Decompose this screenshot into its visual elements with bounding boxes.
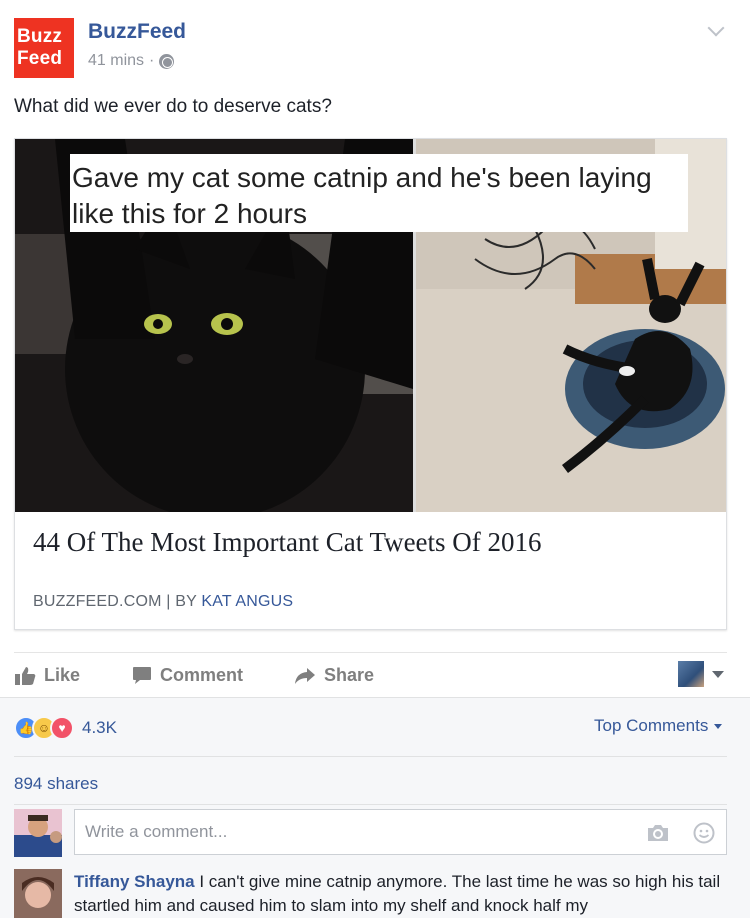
like-button[interactable]: Like xyxy=(14,665,80,686)
post-timestamp[interactable]: 41 mins xyxy=(88,52,144,70)
link-title[interactable]: 44 Of The Most Important Cat Tweets Of 2… xyxy=(33,527,542,558)
comment-input[interactable] xyxy=(75,810,726,854)
facebook-post: Buzz Feed BuzzFeed 41 mins · What did we… xyxy=(0,0,750,918)
share-count[interactable]: 894 shares xyxy=(14,774,98,794)
divider xyxy=(14,756,727,757)
commenter-avatar[interactable] xyxy=(14,869,62,918)
post-text: What did we ever do to deserve cats? xyxy=(14,96,332,117)
comment-button[interactable]: Comment xyxy=(132,665,243,686)
sort-label: Top Comments xyxy=(594,716,709,735)
comment-icon xyxy=(133,667,151,684)
byline-author[interactable]: KAT ANGUS xyxy=(201,593,293,610)
post-meta: 41 mins · xyxy=(88,52,175,70)
caret-down-icon xyxy=(714,723,723,729)
share-icon xyxy=(295,667,315,684)
link-preview-image[interactable]: Gave my cat some catnip and he's been la… xyxy=(15,139,726,512)
comment-label: Comment xyxy=(160,665,244,685)
meta-separator: · xyxy=(149,52,155,69)
domain-name: BUZZFEED.COM xyxy=(33,593,162,610)
caret-down-icon xyxy=(712,670,724,678)
comment: Tiffany Shayna I can't give mine catnip … xyxy=(74,870,724,918)
emoji-icon[interactable] xyxy=(693,822,715,844)
image-caption: Gave my cat some catnip and he's been la… xyxy=(70,154,688,232)
share-label: Share xyxy=(324,665,375,685)
camera-icon[interactable] xyxy=(647,824,669,842)
chevron-down-icon[interactable] xyxy=(707,19,725,37)
viewer-avatar xyxy=(678,661,704,687)
divider xyxy=(14,804,727,805)
globe-icon xyxy=(159,53,175,69)
link-domain: BUZZFEED.COM | BY KAT ANGUS xyxy=(33,593,293,611)
comment-composer[interactable] xyxy=(74,809,727,855)
reaction-summary[interactable]: 👍 ☺ ♥ 4.3K xyxy=(14,716,117,740)
share-button[interactable]: Share xyxy=(294,665,374,686)
like-label: Like xyxy=(44,665,81,685)
byline-separator: | BY xyxy=(161,593,202,610)
reaction-count[interactable]: 4.3K xyxy=(82,718,117,738)
comment-sort-dropdown[interactable]: Top Comments xyxy=(594,716,723,736)
love-reaction-icon: ♥ xyxy=(50,716,74,740)
link-preview-card[interactable]: Gave my cat some catnip and he's been la… xyxy=(14,138,727,630)
author-name[interactable]: BuzzFeed xyxy=(88,20,186,44)
like-icon xyxy=(15,666,36,685)
post-as-switcher[interactable] xyxy=(678,661,724,687)
current-user-avatar[interactable] xyxy=(14,809,62,857)
action-bar: Like Comment Share xyxy=(14,652,727,696)
commenter-name[interactable]: Tiffany Shayna xyxy=(74,872,195,891)
buzzfeed-logo[interactable]: Buzz Feed xyxy=(14,18,74,78)
comments-section: 👍 ☺ ♥ 4.3K Top Comments 894 shares Write… xyxy=(0,697,750,918)
